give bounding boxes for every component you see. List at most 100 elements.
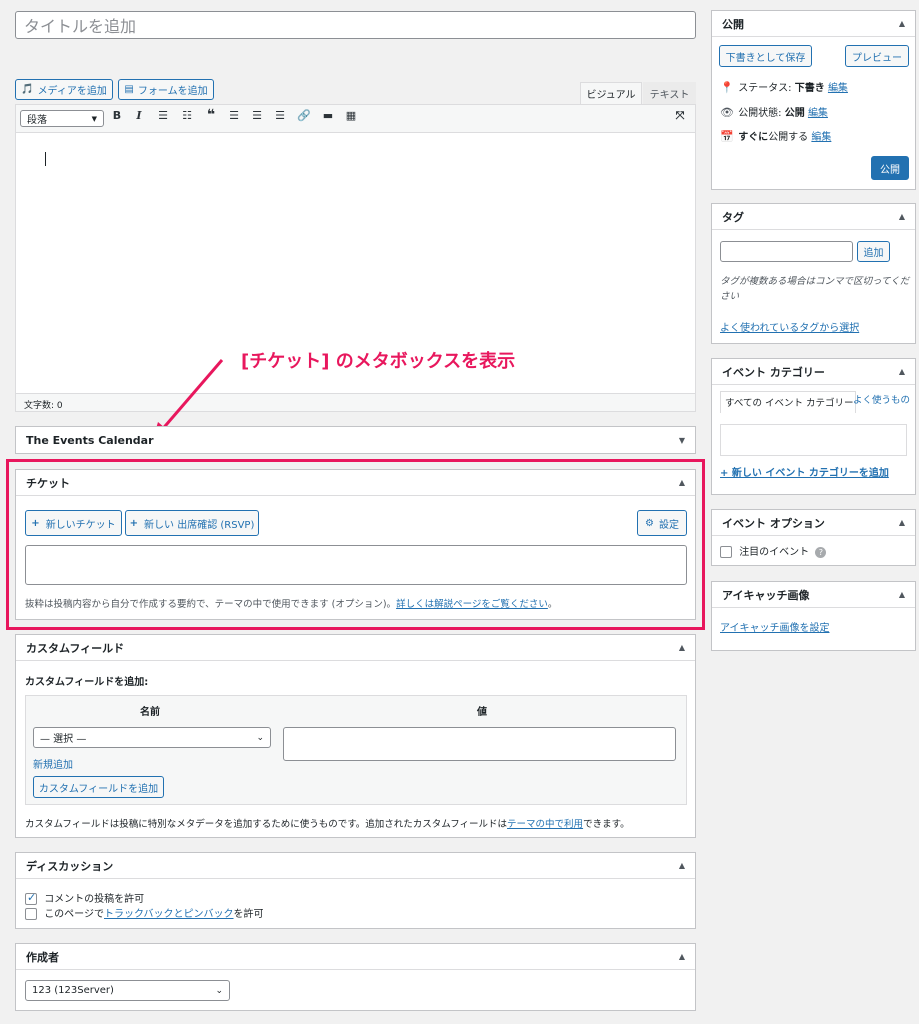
align-center-icon[interactable]: ☰ [248,109,266,122]
event-categories-header[interactable]: イベント カテゴリー ▲ [712,359,915,385]
annotation-label: [チケット] のメタボックスを表示 [241,351,516,372]
new-custom-field-link[interactable]: 新規追加 [33,756,73,771]
numbered-list-icon[interactable]: ☷ [178,109,196,122]
schedule-row: 📅 すぐに公開する 編集 [720,130,832,143]
bold-icon[interactable]: B [108,109,126,122]
popular-tags-link[interactable]: よく使われているタグから選択 [720,319,859,334]
featured-image-box: アイキャッチ画像 ▲ アイキャッチ画像を設定 [711,581,916,651]
set-featured-image-link[interactable]: アイキャッチ画像を設定 [720,619,830,634]
author-box: 作成者 ▲ 123 (123Server) ⌄ [15,943,696,1011]
new-rsvp-button[interactable]: + 新しい 出席確認 (RSVP) [125,510,259,536]
plus-icon: + [129,517,139,529]
tickets-description: 抜粋は投稿内容から自分で作成する要約で、テーマの中で使用できます (オプション)… [25,599,558,610]
media-icon: 🎵 [21,84,34,95]
allow-comments-checkbox[interactable] [25,891,37,905]
custom-field-value-textarea[interactable] [283,727,676,761]
chevron-down-icon: ▼ [91,114,97,123]
discussion-header[interactable]: ディスカッション ▲ [16,853,695,879]
edit-status-link[interactable]: 編集 [828,83,848,94]
gear-icon: ⚙ [645,517,654,529]
event-options-box: イベント オプション ▲ 注目のイベント ? [711,509,916,566]
tab-visual[interactable]: ビジュアル [580,82,642,104]
custom-fields-note: カスタムフィールドは投稿に特別なメタデータを追加するために使うものです。追加され… [25,819,630,830]
tags-help: タグが複数ある場合はコンマで区切ってください [720,276,910,302]
trackback-link[interactable]: トラックバックとピンバック [104,909,234,920]
custom-fields-header[interactable]: カスタムフィールド ▲ [16,635,695,661]
collapse-up-icon[interactable]: ▲ [899,212,905,221]
collapse-down-icon[interactable]: ▼ [679,436,685,445]
featured-event-row: 注目のイベント ? [720,543,827,558]
categories-list[interactable] [720,424,907,456]
read-more-icon[interactable]: ▬ [319,109,337,122]
collapse-up-icon[interactable]: ▲ [899,518,905,527]
save-draft-button[interactable]: 下書きとして保存 [719,45,812,67]
align-left-icon[interactable]: ☰ [225,109,243,122]
tags-box: タグ ▲ 追加 タグが複数ある場合はコンマで区切ってください よく使われているタ… [711,203,916,344]
toolbar-toggle-icon[interactable]: ▦ [342,109,360,122]
tab-popular-categories[interactable]: よく使うもの [730,394,910,408]
collapse-up-icon[interactable]: ▲ [899,19,905,28]
collapse-up-icon[interactable]: ▲ [679,478,685,487]
help-link[interactable]: 詳しくは解説ページをご覧ください [396,599,548,610]
ticket-settings-button[interactable]: ⚙ 設定 [637,510,687,536]
status-row: 📍 ステータス: 下書き 編集 [720,81,848,94]
tab-text[interactable]: テキスト [643,82,696,104]
title-input[interactable]: タイトルを追加 [15,11,696,39]
chevron-down-icon: ⌄ [215,985,223,996]
tags-header[interactable]: タグ ▲ [712,204,915,230]
collapse-up-icon[interactable]: ▲ [899,590,905,599]
allow-pings-checkbox[interactable] [25,908,37,920]
theme-usage-link[interactable]: テーマの中で利用 [507,819,583,830]
blockquote-icon[interactable]: ❝ [202,107,220,123]
fullscreen-icon[interactable]: ⤧ [671,109,689,123]
allow-comments-row: コメントの投稿を許可 [25,890,144,905]
eye-icon: 👁 [720,106,734,119]
help-icon[interactable]: ? [815,546,827,558]
new-ticket-button[interactable]: + 新しいチケット [25,510,122,536]
bullet-list-icon[interactable]: ☰ [154,109,172,122]
custom-fields-box: カスタムフィールド ▲ カスタムフィールドを追加: 名前 値 — 選択 — ⌄ … [15,634,696,838]
publish-header[interactable]: 公開 ▲ [712,11,915,37]
featured-event-checkbox[interactable] [720,546,732,558]
tickets-header[interactable]: チケット ▲ [16,470,695,496]
format-select[interactable]: 段落 ▼ [20,110,104,127]
excerpt-textarea[interactable] [25,545,687,585]
editor-statusbar: 文字数: 0 [16,393,695,411]
link-icon[interactable]: 🔗 [295,109,313,122]
events-calendar-header[interactable]: The Events Calendar ▼ [16,427,695,453]
publish-box: 公開 ▲ 下書きとして保存 プレビュー 📍 ステータス: 下書き 編集 👁 公開… [711,10,916,190]
chevron-down-icon: ⌄ [256,732,264,743]
add-custom-field-button[interactable]: カスタムフィールドを追加 [33,776,164,798]
edit-visibility-link[interactable]: 編集 [808,108,828,119]
publish-button[interactable]: 公開 [871,156,909,180]
preview-button[interactable]: プレビュー [845,45,909,67]
event-options-header[interactable]: イベント オプション ▲ [712,510,915,536]
collapse-up-icon[interactable]: ▲ [679,643,685,652]
align-right-icon[interactable]: ☰ [271,109,289,122]
edit-schedule-link[interactable]: 編集 [811,132,831,143]
allow-pings-row: このページでトラックバックとピンバックを許可 [25,905,264,920]
add-event-category-link[interactable]: + 新しい イベント カテゴリーを追加 [720,464,889,479]
custom-field-name-select[interactable]: — 選択 — ⌄ [33,727,271,748]
featured-image-header[interactable]: アイキャッチ画像 ▲ [712,582,915,608]
add-tag-button[interactable]: 追加 [857,241,890,262]
tag-input[interactable] [720,241,853,262]
collapse-up-icon[interactable]: ▲ [899,367,905,376]
editor-toolbar: 段落 ▼ B I ☰ ☷ ❝ ☰ ☰ ☰ 🔗 ▬ ▦ ⤧ [16,105,695,133]
italic-icon[interactable]: I [130,109,148,122]
visibility-row: 👁 公開状態: 公開 編集 [720,106,828,119]
text-caret [45,152,46,166]
form-icon: ▤ [124,84,134,95]
add-form-button[interactable]: ▤ フォームを追加 [118,79,214,100]
custom-fields-add-label: カスタムフィールドを追加: [25,677,149,688]
plus-icon: + [31,517,40,529]
author-select[interactable]: 123 (123Server) ⌄ [25,980,230,1001]
collapse-up-icon[interactable]: ▲ [679,861,685,870]
column-name-header: 名前 [140,707,160,718]
add-media-button[interactable]: 🎵 メディアを追加 [15,79,113,100]
collapse-up-icon[interactable]: ▲ [679,952,685,961]
pin-icon: 📍 [720,81,734,94]
discussion-box: ディスカッション ▲ コメントの投稿を許可 このページでトラックバックとピンバッ… [15,852,696,929]
event-categories-box: イベント カテゴリー ▲ すべての イベント カテゴリー よく使うもの + 新し… [711,358,916,495]
author-header[interactable]: 作成者 ▲ [16,944,695,970]
